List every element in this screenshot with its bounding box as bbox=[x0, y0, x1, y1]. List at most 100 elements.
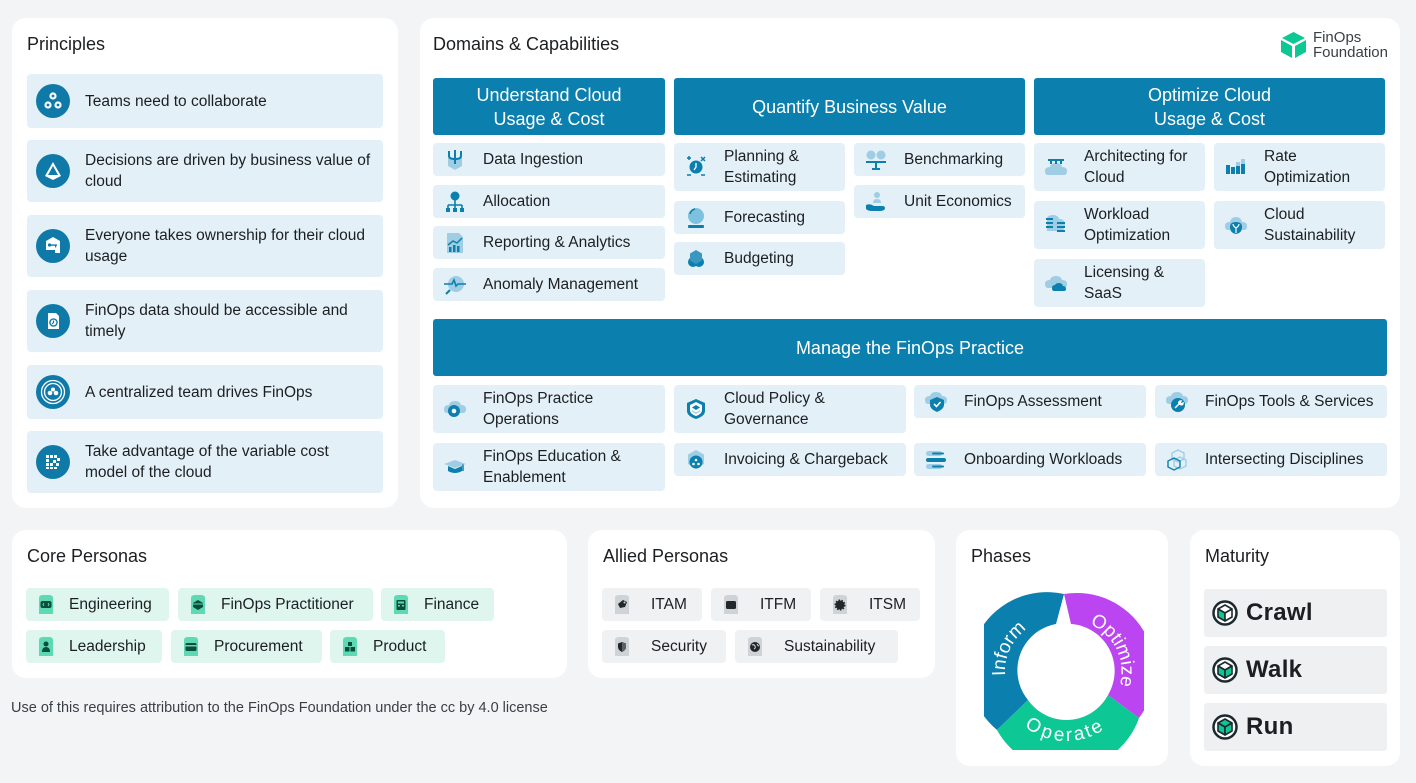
capability-benchmarking[interactable]: Benchmarking bbox=[854, 143, 1025, 176]
pyramid-icon bbox=[36, 154, 70, 188]
finops-foundation-logo: FinOps Foundation bbox=[1280, 30, 1388, 60]
cloud-architecture-icon bbox=[1043, 154, 1069, 180]
capability-finops-practice-operations[interactable]: FinOps Practice Operations bbox=[433, 385, 665, 433]
principle-item[interactable]: A centralized team drives FinOps bbox=[27, 365, 383, 419]
principle-item[interactable]: FinOps data should be accessible and tim… bbox=[27, 290, 383, 352]
maturity-crawl[interactable]: Crawl bbox=[1204, 589, 1387, 637]
domain-header-manage[interactable]: Manage the FinOps Practice bbox=[433, 319, 1387, 376]
principle-item[interactable]: Everyone takes ownership for their cloud… bbox=[27, 215, 383, 277]
invoice-hexagon-icon bbox=[683, 447, 709, 473]
capability-data-ingestion[interactable]: Data Ingestion bbox=[433, 143, 665, 176]
magnifier-pulse-icon bbox=[442, 272, 468, 298]
domains-title: Domains & Capabilities bbox=[433, 34, 620, 54]
capability-label: Onboarding Workloads bbox=[964, 451, 1123, 468]
maturity-title: Maturity bbox=[1205, 546, 1270, 566]
capability-licensing-saas[interactable]: Licensing & SaaS bbox=[1034, 259, 1205, 307]
persona-leadership[interactable]: Leadership bbox=[26, 630, 162, 663]
persona-label: ITFM bbox=[760, 595, 797, 613]
maturity-card: Maturity Crawl Walk Run bbox=[1190, 530, 1400, 766]
capability-finops-education-enablement[interactable]: FinOps Education & Enablement bbox=[433, 443, 665, 491]
capability-rate-optimization[interactable]: Rate Optimization bbox=[1214, 143, 1385, 191]
persona-procurement[interactable]: Procurement bbox=[171, 630, 322, 663]
persona-label: ITSM bbox=[869, 595, 907, 613]
capability-workload-optimization[interactable]: Workload Optimization bbox=[1034, 201, 1205, 249]
domain-header-understand[interactable]: Understand Cloud Usage & Cost bbox=[433, 78, 665, 135]
persona-itsm[interactable]: ITSM bbox=[820, 588, 920, 621]
key-icon bbox=[36, 229, 70, 263]
principles-title: Principles bbox=[27, 34, 106, 54]
persona-sustainability[interactable]: Sustainability bbox=[735, 630, 898, 663]
persona-engineering[interactable]: Engineering bbox=[26, 588, 169, 621]
capability-invoicing-chargeback[interactable]: Invoicing & Chargeback bbox=[674, 443, 906, 476]
persona-finops-practitioner[interactable]: FinOps Practitioner bbox=[178, 588, 373, 621]
cloud-license-icon bbox=[1043, 270, 1069, 296]
phases-title: Phases bbox=[971, 546, 1032, 566]
persona-finance[interactable]: Finance bbox=[381, 588, 494, 621]
phases-card: Phases Inform Optimize Operate bbox=[956, 530, 1168, 766]
capability-label: Workload Optimization bbox=[1084, 206, 1171, 244]
domain-header-optimize[interactable]: Optimize Cloud Usage & Cost bbox=[1034, 78, 1385, 135]
persona-label: Sustainability bbox=[784, 637, 876, 655]
cube-walk-icon bbox=[1212, 657, 1238, 683]
capability-label: Cloud Sustainability bbox=[1264, 206, 1356, 244]
scale-icon bbox=[863, 147, 889, 173]
capability-label: FinOps Education & Enablement bbox=[483, 448, 621, 486]
capability-onboarding-workloads[interactable]: Onboarding Workloads bbox=[914, 443, 1146, 476]
capability-unit-economics[interactable]: Unit Economics bbox=[854, 185, 1025, 218]
cloud-wrench-icon bbox=[1164, 389, 1190, 415]
wallet-shirt-icon bbox=[724, 594, 738, 614]
domain-header-quantify[interactable]: Quantify Business Value bbox=[674, 78, 1025, 135]
capability-budgeting[interactable]: Budgeting bbox=[674, 242, 845, 275]
capability-reporting-analytics[interactable]: Reporting & Analytics bbox=[433, 226, 665, 259]
persona-itam[interactable]: ITAM bbox=[602, 588, 702, 621]
maturity-label: Run bbox=[1246, 713, 1294, 740]
persona-label: Procurement bbox=[214, 637, 303, 655]
maturity-run[interactable]: Run bbox=[1204, 703, 1387, 751]
persona-label: Finance bbox=[424, 595, 480, 613]
capability-label: FinOps Tools & Services bbox=[1205, 393, 1374, 410]
maturity-walk[interactable]: Walk bbox=[1204, 646, 1387, 694]
capability-anomaly-management[interactable]: Anomaly Management bbox=[433, 268, 665, 301]
planning-clock-icon bbox=[683, 154, 709, 180]
trident-shield-icon bbox=[442, 147, 468, 173]
principle-item[interactable]: Teams need to collaborate bbox=[27, 74, 383, 128]
principle-label: Decisions are driven by business value o… bbox=[85, 152, 371, 190]
capability-label: Cloud Policy & Governance bbox=[724, 390, 825, 428]
capability-intersecting-disciplines[interactable]: Intersecting Disciplines bbox=[1155, 443, 1387, 476]
capability-label: Data Ingestion bbox=[483, 151, 583, 168]
capability-cloud-sustainability[interactable]: Cloud Sustainability bbox=[1214, 201, 1385, 249]
maturity-label: Crawl bbox=[1246, 599, 1313, 626]
capability-label: Reporting & Analytics bbox=[483, 234, 631, 251]
capability-forecasting[interactable]: Forecasting bbox=[674, 201, 845, 234]
capability-allocation[interactable]: Allocation bbox=[433, 185, 665, 218]
core-personas-card: Core Personas Engineering FinOps Practit… bbox=[12, 530, 567, 678]
capability-finops-assessment[interactable]: FinOps Assessment bbox=[914, 385, 1146, 418]
persona-security[interactable]: Security bbox=[602, 630, 726, 663]
persona-itfm[interactable]: ITFM bbox=[711, 588, 811, 621]
hexagon-shirt-icon bbox=[191, 594, 205, 614]
grid-dots-icon bbox=[36, 445, 70, 479]
cube-crawl-icon bbox=[1212, 600, 1238, 626]
hand-person-icon bbox=[863, 189, 889, 215]
persona-product[interactable]: Product bbox=[330, 630, 445, 663]
core-personas-title: Core Personas bbox=[27, 546, 148, 566]
capability-architecting-for-cloud[interactable]: Architecting for Cloud bbox=[1034, 143, 1205, 191]
principle-item[interactable]: Take advantage of the variable cost mode… bbox=[27, 431, 383, 493]
capability-label: Benchmarking bbox=[904, 151, 1004, 168]
capability-label: Rate Optimization bbox=[1264, 148, 1351, 186]
principle-item[interactable]: Decisions are driven by business value o… bbox=[27, 140, 383, 202]
calculator-shirt-icon bbox=[394, 594, 408, 614]
capability-cloud-policy-governance[interactable]: Cloud Policy & Governance bbox=[674, 385, 906, 433]
capability-label: Allocation bbox=[483, 193, 551, 210]
code-shirt-icon bbox=[39, 594, 53, 614]
principle-label: Everyone takes ownership for their cloud… bbox=[85, 227, 366, 265]
capability-label: Invoicing & Chargeback bbox=[724, 451, 888, 468]
maturity-label: Walk bbox=[1246, 656, 1303, 683]
capability-planning-estimating[interactable]: Planning & Estimating bbox=[674, 143, 845, 191]
capability-label: Planning & Estimating bbox=[724, 148, 799, 186]
capability-label: Budgeting bbox=[724, 250, 794, 267]
domains-card: Domains & Capabilities FinOps Foundation… bbox=[420, 18, 1400, 508]
capability-finops-tools-services[interactable]: FinOps Tools & Services bbox=[1155, 385, 1387, 418]
principle-label: A centralized team drives FinOps bbox=[85, 383, 313, 401]
bar-chart-icon bbox=[1223, 154, 1249, 180]
